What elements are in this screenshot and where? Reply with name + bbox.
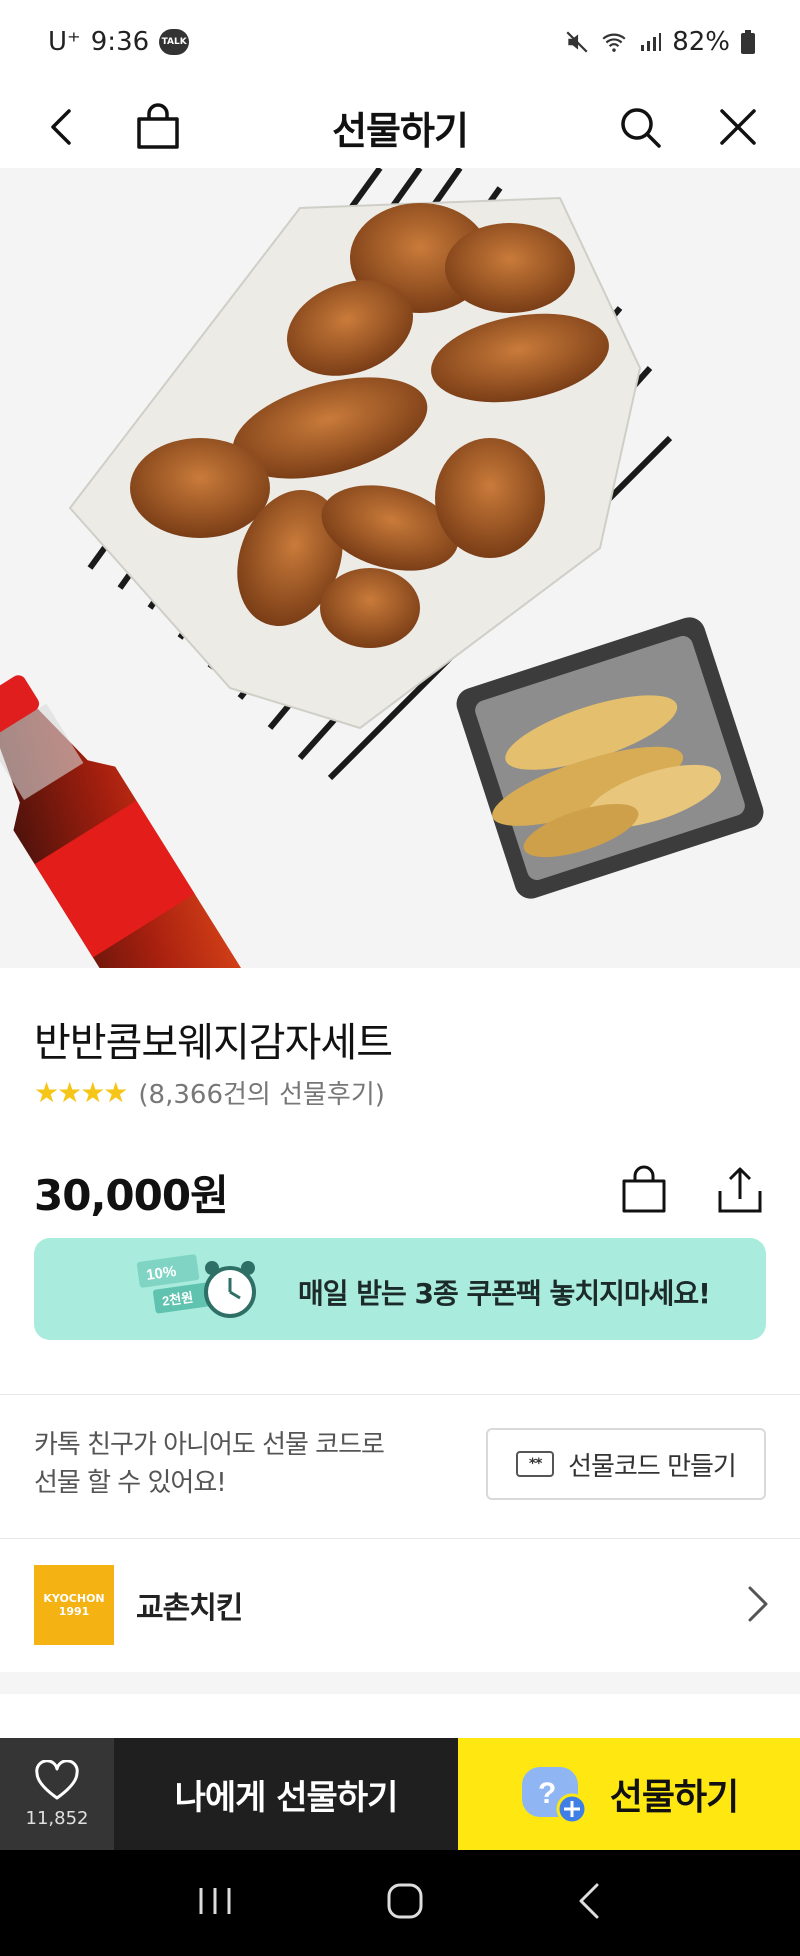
back-button[interactable] (32, 97, 92, 157)
brand-row[interactable]: KYOCHON 1991 교촌치킨 (0, 1540, 800, 1670)
back-nav-button[interactable] (575, 1881, 605, 1925)
close-button[interactable] (708, 97, 768, 157)
add-to-cart-button[interactable] (614, 1160, 674, 1220)
svg-text:?: ? (538, 1777, 555, 1810)
gift-code-description: 카톡 친구가 아니어도 선물 코드로 선물 할 수 있어요! (34, 1426, 385, 1502)
recent-apps-button[interactable] (195, 1884, 235, 1922)
wifi-icon (602, 33, 626, 52)
share-icon (718, 1167, 762, 1213)
section-spacer (0, 1672, 800, 1694)
wishlist-count: 11,852 (25, 1807, 89, 1829)
brand-name: 교촌치킨 (136, 1591, 243, 1626)
product-image[interactable] (0, 168, 800, 968)
brand-logo: KYOCHON 1991 (34, 1565, 114, 1645)
section-divider (0, 1394, 800, 1395)
gift-box-button[interactable] (128, 97, 188, 157)
shopping-bag-icon (622, 1165, 666, 1213)
mute-icon (566, 31, 588, 53)
coupon-clock-icon: 10% 2천원 (136, 1254, 256, 1318)
coupon-text: 매일 받는 3종 쿠폰팩 놓치지마세요! (298, 1277, 711, 1310)
search-icon (621, 108, 661, 148)
clock: 9:36 (90, 27, 150, 57)
share-button[interactable] (710, 1160, 770, 1220)
status-bar: U⁺ 9:36 TALK 82% (0, 0, 800, 84)
product-price: 30,000원 (34, 1171, 229, 1220)
carrier-label: U⁺ (48, 27, 81, 57)
review-count: (8,366건의 선물후기) (138, 1080, 385, 1110)
search-button[interactable] (610, 97, 670, 157)
gift-code-icon: ** (516, 1451, 555, 1477)
coupon-banner[interactable]: 10% 2천원 매일 받는 3종 쿠폰팩 놓치지마세요! (34, 1238, 766, 1340)
rating-row[interactable]: ★★★★ (8,366건의 선물후기) (34, 1074, 385, 1111)
create-gift-code-button[interactable]: ** 선물코드 만들기 (486, 1428, 766, 1500)
send-gift-button[interactable]: ? 선물하기 (458, 1738, 800, 1850)
send-gift-label: 선물하기 (609, 1777, 739, 1818)
gift-friend-icon: ? (521, 1767, 588, 1825)
home-button[interactable] (385, 1881, 425, 1925)
home-icon (387, 1883, 423, 1919)
product-name: 반반콤보웨지감자세트 (34, 1020, 393, 1066)
close-icon (720, 109, 756, 145)
status-right: 82% (564, 27, 756, 57)
brand-logo-line2: 1991 (58, 1605, 90, 1618)
bottom-action-bar: 11,852 나에게 선물하기 ? 선물하기 (0, 1738, 800, 1850)
back-arrow-icon (51, 109, 71, 145)
app-header: 선물하기 (0, 84, 800, 170)
section-divider (0, 1538, 800, 1539)
page-title: 선물하기 (332, 108, 469, 153)
gift-code-desc-line2: 선물 할 수 있어요! (34, 1468, 227, 1498)
recent-apps-icon (199, 1888, 231, 1914)
heart-icon (35, 1759, 79, 1799)
battery-icon (741, 30, 755, 54)
chicken-set-illustration (0, 168, 800, 968)
star-rating: ★★★★ (34, 1076, 128, 1109)
signal-icon (641, 33, 662, 51)
kakaotalk-notification-icon: TALK (159, 29, 190, 55)
system-nav-bar (0, 1850, 800, 1956)
chevron-right-icon (748, 1586, 768, 1622)
brand-logo-line1: KYOCHON (43, 1592, 105, 1605)
gift-code-desc-line1: 카톡 친구가 아니어도 선물 코드로 (34, 1430, 385, 1460)
back-nav-icon (579, 1883, 599, 1919)
price-actions (614, 1160, 770, 1220)
shopping-bag-icon (137, 103, 179, 149)
battery-percent: 82% (672, 27, 730, 57)
wishlist-button[interactable]: 11,852 (0, 1738, 114, 1850)
create-gift-code-label: 선물코드 만들기 (568, 1451, 737, 1482)
status-left: U⁺ 9:36 TALK (48, 27, 190, 57)
gift-to-self-button[interactable]: 나에게 선물하기 (114, 1738, 458, 1850)
